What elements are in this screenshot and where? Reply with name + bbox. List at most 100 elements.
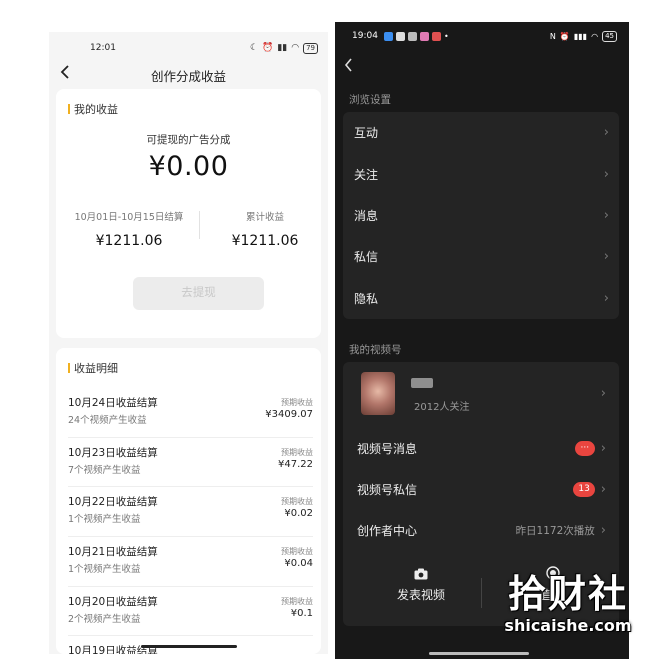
menu-item-privacy[interactable]: 隐私 › [343,278,619,319]
chevron-right-icon: › [600,523,606,538]
alarm-icon: ⏰ [559,31,570,41]
menu-item-follow[interactable]: 关注 › [343,153,619,194]
moon-icon: ☾ [250,43,259,53]
camera-icon [414,568,428,580]
row-value: ¥0.02 [284,508,313,520]
page-title: 创作分成收益 [150,68,226,84]
details-card: 收益明细 10月24日收益结算 24个视频产生收益 预期收益 ¥3409.07 … [56,348,321,654]
follower-count: 2012人关注 [414,402,470,413]
home-indicator [141,645,237,648]
earnings-card: 我的收益 可提现的广告分成 ¥0.00 10月01日-10月15日结算 ¥121… [56,89,321,338]
battery-icon: 45 [602,30,617,42]
period-label: 10月01日-10月15日结算 [74,212,184,223]
row-title: 10月21日收益结算 [68,546,158,559]
section-title: 收益明细 [68,360,118,376]
section-title-text: 我的收益 [74,103,118,116]
chevron-right-icon: › [600,441,606,456]
notification-icons: • [383,31,449,41]
right-phone-screen: 19:04 • N ⏰ ▮▮▮ ◠ 45 浏览设置 互动 › 关注 › 消息 ›… [335,22,629,659]
row-value: ¥0.04 [284,558,313,570]
row-subtitle: 7个视频产生收益 [68,464,141,476]
chevron-right-icon: › [603,290,609,306]
avatar [361,372,395,415]
list-item[interactable]: 10月24日收益结算 24个视频产生收益 预期收益 ¥3409.07 [68,388,313,438]
earnings-list: 10月24日收益结算 24个视频产生收益 预期收益 ¥3409.07 10月23… [68,388,313,654]
chevron-right-icon: › [603,166,609,182]
back-icon[interactable] [344,58,356,76]
row-subtitle: 1个视频产生收益 [68,514,141,526]
post-video-label: 发表视频 [396,588,445,602]
row-value: ¥0.1 [290,607,313,619]
menu-item-label: 互动 [354,126,379,141]
list-item[interactable]: 10月20日收益结算 2个视频产生收益 预期收益 ¥0.1 [68,587,313,637]
period-amount: ¥1211.06 [95,233,163,249]
total-earnings: 累计收益 ¥1211.06 [200,209,328,249]
list-item[interactable]: 10月22日收益结算 1个视频产生收益 预期收益 ¥0.02 [68,487,313,538]
channel-name-blurred [411,378,433,388]
row-value: ¥3409.07 [265,409,313,420]
chat-icon [395,31,405,41]
nav-bar: 创作分成收益 [49,64,328,86]
row-label: 预期收益 [281,398,313,407]
row-title: 10月23日收益结算 [68,446,158,459]
play-count-note: 昨日1172次播放 [515,525,595,537]
list-item[interactable]: 10月21日收益结算 1个视频产生收益 预期收益 ¥0.04 [68,537,313,587]
menu-item-private-messages[interactable]: 私信 › [343,236,619,277]
channel-header: 我的视频号 [349,344,402,356]
app-icon [383,31,393,41]
row-subtitle: 1个视频产生收益 [68,564,141,576]
screenshot-composite: 12:01 ☾ ⏰ ▮▮ ◠ 79 创作分成收益 我的收益 可提现的广告分成 ¥… [0,0,650,664]
notification-badge: ··· [574,441,595,456]
creator-center-item[interactable]: 创作者中心 昨日1172次播放 › [343,510,619,551]
status-icons: ☾ ⏰ ▮▮ ◠ 79 [250,42,318,54]
chevron-right-icon: › [600,386,606,401]
menu-item-label: 关注 [354,167,379,182]
withdrawable-amount: ¥0.00 [148,151,229,182]
row-title: 10月20日收益结算 [68,595,158,608]
post-video-button[interactable]: 发表视频 [361,554,481,624]
chevron-right-icon: › [603,125,609,141]
total-label: 累计收益 [245,212,284,223]
accent-bar [68,104,70,114]
row-title: 10月24日收益结算 [68,397,158,409]
channel-private-messages-item[interactable]: 视频号私信 13 › [343,469,619,510]
menu-item-messages[interactable]: 消息 › [343,195,619,236]
channel-messages-item[interactable]: 视频号消息 ··· › [343,428,619,469]
section-title: 我的收益 [68,101,118,117]
divider [481,578,482,608]
status-icons: N ⏰ ▮▮▮ ◠ 45 [549,30,617,42]
row-label: 预期收益 [281,497,313,507]
menu-item-interaction[interactable]: 互动 › [343,112,619,153]
wifi-icon: ◠ [291,43,300,53]
watermark-url: shicaishe.com [504,616,632,635]
total-amount: ¥1211.06 [231,233,299,249]
row-label: 预期收益 [281,547,313,557]
watermark-text: 拾财社 [507,572,628,616]
channel-profile[interactable]: 2012人关注 › [343,362,619,418]
chevron-right-icon: › [603,207,609,223]
battery-icon: 79 [303,42,318,54]
status-bar: 12:01 ☾ ⏰ ▮▮ ◠ 79 [49,32,328,64]
back-icon[interactable] [60,65,74,83]
status-time: 19:04 [352,31,378,41]
withdrawable-label: 可提现的广告分成 [146,134,231,146]
list-item[interactable]: 10月23日收益结算 7个视频产生收益 预期收益 ¥47.22 [68,438,313,488]
item-label: 创作者中心 [357,524,418,538]
nfc-icon: N [549,31,556,41]
item-label: 视频号消息 [357,442,418,456]
signal-icon: ▮▮▮ [573,31,588,41]
row-subtitle: 2个视频产生收益 [68,613,141,625]
accent-bar [68,363,70,373]
app-icon [431,31,441,41]
status-time: 12:01 [90,43,116,53]
row-value: ¥47.22 [278,458,313,470]
menu-item-label: 消息 [354,208,379,223]
withdraw-button[interactable]: 去提现 [133,277,264,310]
watermark: 拾财社 shicaishe.com [493,571,643,635]
signal-icon: ▮▮ [277,43,288,53]
home-indicator [429,652,529,655]
row-title: 10月22日收益结算 [68,496,158,509]
left-phone-screen: 12:01 ☾ ⏰ ▮▮ ◠ 79 创作分成收益 我的收益 可提现的广告分成 ¥… [49,32,328,654]
chevron-right-icon: › [603,249,609,265]
